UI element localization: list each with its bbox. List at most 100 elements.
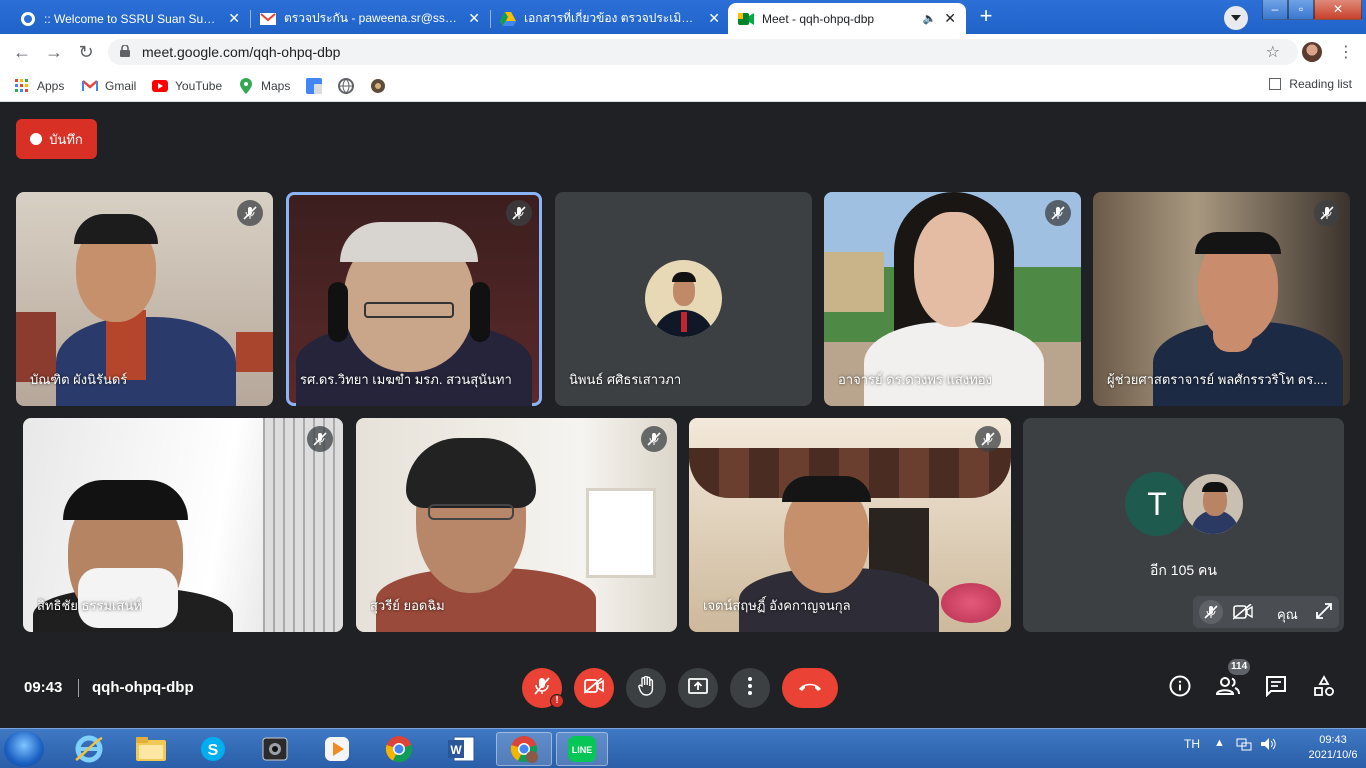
svg-text:LINE: LINE	[572, 745, 593, 755]
mic-off-icon	[1045, 200, 1071, 226]
network-icon[interactable]	[1236, 737, 1252, 754]
gmail-icon	[260, 11, 276, 27]
leave-call-button[interactable]	[782, 668, 838, 708]
mic-toggle-button[interactable]: !	[522, 668, 564, 708]
activities-button[interactable]	[1311, 674, 1337, 702]
system-date: 2021/10/6	[1308, 749, 1358, 761]
mic-off-icon	[641, 426, 667, 452]
close-window-button[interactable]: ✕	[1314, 0, 1362, 20]
participant-name: ผู้ช่วยศาสตราจารย์ พลศักรรวริโท ดร....	[1107, 372, 1328, 387]
tray-expand-icon[interactable]: ▲	[1214, 737, 1225, 749]
record-button[interactable]: บันทึก	[16, 119, 97, 159]
mic-off-icon	[533, 676, 551, 700]
lock-icon	[120, 45, 130, 57]
participant-tile[interactable]: เจตน์สฤษฏิ์ อังคกาญจนกุล	[689, 418, 1011, 632]
webcam-app-icon[interactable]	[250, 732, 300, 766]
internet-explorer-icon[interactable]	[64, 732, 114, 766]
close-icon[interactable]: ✕	[468, 10, 480, 27]
chat-icon	[1265, 675, 1287, 702]
participant-tile-speaking[interactable]: รศ.ดร.วิทยา เมฆขำ มรภ. สวนสุนันทา	[286, 192, 542, 406]
reading-list-label: Reading list	[1289, 77, 1352, 91]
close-icon[interactable]: ✕	[228, 10, 240, 27]
site-favicon-icon	[370, 78, 386, 94]
close-icon[interactable]: ✕	[708, 10, 720, 27]
system-clock[interactable]: 09:43 2021/10/6	[1300, 733, 1366, 763]
present-screen-button[interactable]	[678, 668, 718, 708]
bookmark-label: Gmail	[105, 79, 137, 93]
chevron-down-icon	[1231, 15, 1241, 21]
bookmark-site[interactable]	[370, 77, 393, 95]
bookmark-maps[interactable]: Maps	[238, 77, 290, 95]
svg-text:W: W	[450, 743, 462, 757]
bookmark-translate[interactable]	[306, 77, 329, 95]
star-icon[interactable]: ☆	[1266, 42, 1280, 62]
people-button[interactable]	[1215, 675, 1241, 701]
line-icon[interactable]: LINE	[556, 732, 608, 766]
skype-icon[interactable]: S	[188, 732, 238, 766]
tab-ssru[interactable]: :: Welcome to SSRU Suan Sunandha ✕	[10, 3, 250, 34]
participant-name: รศ.ดร.วิทยา เมฆขำ มรภ. สวนสุนันทา	[300, 372, 512, 387]
more-options-button[interactable]	[730, 668, 770, 708]
record-label: บันทึก	[49, 131, 83, 147]
new-tab-button[interactable]: +	[972, 5, 1000, 29]
input-language[interactable]: TH	[1184, 737, 1200, 751]
bookmark-youtube[interactable]: YouTube	[152, 77, 222, 95]
participant-tile[interactable]: สุวรีย์ ยอดฉิม	[356, 418, 677, 632]
tab-search-button[interactable]	[1224, 6, 1248, 30]
participant-tile[interactable]: อาจารย์ ดร.ดวงพร แสงทอง	[824, 192, 1081, 406]
tab-drive[interactable]: เอกสารที่เกี่ยวข้อง ตรวจประเมินฯ 63 - ✕	[490, 3, 730, 34]
expand-icon[interactable]	[1315, 602, 1333, 625]
meet-stage: บันทึก บัณฑิต ผังนิรันดร์ รศ.ดร.วิทยา เม…	[0, 103, 1366, 728]
volume-icon[interactable]	[1260, 737, 1276, 754]
participant-tile[interactable]: บัณฑิต ผังนิรันดร์	[16, 192, 273, 406]
bookmark-globe[interactable]	[338, 77, 361, 95]
self-label: คุณ	[1277, 607, 1298, 622]
participant-name: อาจารย์ ดร.ดวงพร แสงทอง	[838, 372, 992, 387]
participant-name: สุวรีย์ ยอดฉิม	[370, 598, 445, 613]
tab-gmail[interactable]: ตรวจประกัน - paweena.sr@ssru.ac.th ✕	[250, 3, 490, 34]
file-explorer-icon[interactable]	[126, 732, 176, 766]
reading-list-button[interactable]: Reading list	[1269, 77, 1352, 91]
minimize-button[interactable]: –	[1262, 0, 1288, 20]
shapes-icon	[1313, 674, 1335, 702]
end-call-icon	[798, 679, 822, 697]
system-time: 09:43	[1319, 734, 1347, 746]
forward-arrow-icon[interactable]: →	[44, 42, 64, 62]
bookmark-gmail[interactable]: Gmail	[82, 77, 136, 95]
gmail-icon	[82, 78, 98, 94]
meet-control-bar: 09:43 qqh-ohpq-dbp ! 114	[0, 655, 1366, 728]
close-icon[interactable]: ✕	[944, 10, 956, 27]
speaker-icon[interactable]: 🔈	[923, 12, 937, 25]
browser-tab-strip: :: Welcome to SSRU Suan Sunandha ✕ ตรวจป…	[0, 0, 1366, 34]
people-icon	[1215, 676, 1240, 700]
address-bar[interactable]: meet.google.com/qqh-ohpq-dbp ☆	[108, 39, 1298, 65]
others-tile[interactable]: T อีก 105 คน คุณ	[1023, 418, 1344, 632]
chat-button[interactable]	[1263, 675, 1289, 701]
camera-off-icon[interactable]	[1232, 603, 1253, 625]
participant-name: เจตน์สฤษฏิ์ อังคกาญจนกุล	[703, 598, 851, 613]
tab-title: :: Welcome to SSRU Suan Sunandha	[44, 11, 220, 26]
reload-icon[interactable]: ↻	[76, 42, 96, 62]
back-arrow-icon[interactable]: ←	[12, 42, 32, 62]
raise-hand-button[interactable]	[626, 668, 666, 708]
others-count-label: อีก 105 คน	[1150, 562, 1217, 578]
media-player-icon[interactable]	[312, 732, 362, 766]
participant-tile[interactable]: สิทธิชัย ธรรมเสน่ห์	[23, 418, 343, 632]
camera-off-icon	[583, 676, 604, 699]
browser-menu-icon[interactable]: ⋮	[1338, 42, 1354, 62]
profile-avatar[interactable]	[1302, 42, 1322, 62]
word-icon[interactable]: W	[436, 732, 486, 766]
participant-tile[interactable]: ผู้ช่วยศาสตราจารย์ พลศักรรวริโท ดร....	[1093, 192, 1350, 406]
participant-name: บัณฑิต ผังนิรันดร์	[30, 372, 128, 387]
start-button[interactable]	[4, 731, 44, 767]
chrome-icon[interactable]	[374, 732, 424, 766]
meeting-details-button[interactable]	[1167, 675, 1193, 701]
participant-tile[interactable]: นิพนธ์ ศศิธรเสาวภา	[555, 192, 812, 406]
chrome-profile-icon[interactable]	[496, 732, 552, 766]
mic-off-icon[interactable]	[1199, 600, 1223, 624]
bookmark-apps[interactable]: Apps	[14, 77, 64, 95]
maximize-button[interactable]: ▫	[1288, 0, 1314, 20]
bookmark-label: Maps	[261, 79, 291, 93]
tab-meet[interactable]: Meet - qqh-ohpq-dbp 🔈 ✕	[728, 3, 966, 34]
camera-toggle-button[interactable]	[574, 668, 614, 708]
